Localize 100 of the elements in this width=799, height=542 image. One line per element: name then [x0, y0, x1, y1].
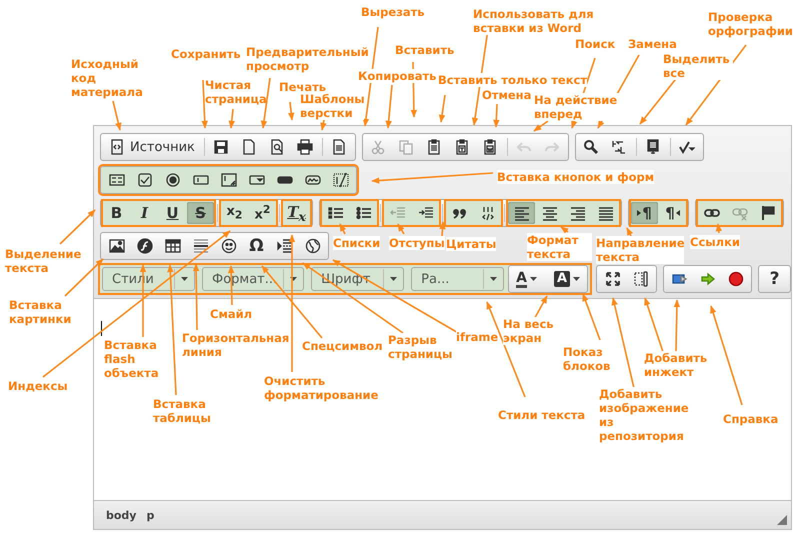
clipboard-icon: [426, 139, 442, 155]
maximize-icon: [604, 271, 621, 287]
callout-label: Печать: [279, 80, 326, 94]
callout-label: Вставить: [395, 43, 454, 57]
callout-label: Вставка flash объекта: [104, 338, 159, 380]
clipboard-text-icon: [454, 139, 470, 155]
toolbar-button[interactable]: ¶: [631, 202, 658, 224]
callout-label: Направление текста: [596, 236, 684, 264]
toolbar-button[interactable]: B: [103, 202, 130, 224]
horizontal-lines-icon: [192, 238, 208, 254]
callout-label: Вставить только текст: [438, 73, 588, 87]
callout-label: Показ блоков: [563, 345, 613, 373]
callout-label: Списки: [333, 236, 380, 250]
callout-label: Сохранить: [171, 47, 241, 61]
color-button[interactable]: A: [548, 268, 586, 290]
code-page-icon: [109, 139, 125, 155]
scissors-icon: [370, 139, 386, 155]
callout-label: Отмена: [482, 88, 532, 102]
toolbar-button[interactable]: ¶: [659, 202, 686, 224]
callout-label: Горизонтальная линия: [182, 331, 287, 359]
leader-arrow: [339, 223, 346, 234]
toolbar-button[interactable]: x$^{2}$: [249, 202, 276, 224]
leader-arrow: [644, 297, 664, 352]
caret-icon: [181, 277, 188, 281]
toolbar-button[interactable]: [508, 202, 535, 224]
arrow-right-icon: [700, 271, 716, 287]
bullet-list-icon: [356, 205, 372, 221]
flag-icon: [760, 205, 776, 221]
toolbar-button[interactable]: I: [131, 202, 158, 224]
code-tag-icon: [480, 205, 496, 221]
caret-icon: [490, 277, 498, 281]
leader-arrow: [438, 94, 446, 123]
blank-page-icon: [241, 139, 258, 155]
callout-label: Индексы: [8, 379, 68, 393]
toolbar-button[interactable]: S: [187, 202, 214, 224]
color-button[interactable]: A: [511, 268, 542, 290]
leader-arrow: [626, 227, 634, 236]
caret-icon: [530, 277, 537, 281]
callout-label: iframe: [456, 330, 498, 344]
callout-label: Стили текста: [498, 408, 586, 422]
replace-icon: [611, 139, 628, 155]
callout-label: Добавить инжект: [644, 351, 709, 379]
callout-label: Вставка кнопок и форм: [497, 170, 654, 184]
leader-arrow: [385, 84, 393, 129]
callout-label: Предварительный просмотр: [246, 45, 371, 73]
format-dropdown[interactable]: Ра...: [411, 267, 504, 291]
align-left-icon: [514, 205, 530, 221]
resize-grip-icon[interactable]: [777, 515, 787, 525]
show-blocks-icon: [632, 271, 649, 287]
callout-label: Вырезать: [361, 5, 425, 19]
callout-label: Поиск: [575, 37, 616, 51]
element-path-link[interactable]: p: [146, 508, 154, 522]
numbered-list-icon: [328, 205, 344, 221]
search-icon: [583, 139, 600, 155]
toolbar-button[interactable]: ?: [761, 268, 788, 290]
callout-label: Добавить изображение из репозитория: [599, 387, 691, 443]
callout-label: Замена: [628, 37, 677, 51]
leader-arrow: [397, 223, 405, 234]
textarea-icon: [220, 172, 236, 188]
text-page-icon: [331, 139, 348, 155]
toolbar-button[interactable]: Источник: [103, 136, 201, 158]
toolbar-button[interactable]: U: [159, 202, 186, 224]
page-break-icon: [276, 238, 292, 254]
smiley-icon: [220, 238, 236, 254]
align-center-icon: [542, 205, 558, 221]
callout-label: Отступы: [389, 236, 445, 250]
callout-label: Смайл: [210, 307, 252, 321]
leader-arrow: [560, 226, 569, 234]
table-icon: [164, 238, 180, 254]
direction-arrow-icon: [637, 210, 642, 216]
leader-arrow: [716, 223, 722, 234]
printer-icon: [297, 139, 314, 155]
callout-label: Ссылки: [690, 235, 740, 249]
toolbar-button[interactable]: Ω: [243, 235, 270, 257]
leader-arrow: [228, 108, 235, 129]
callout-label: На действие вперед: [534, 93, 622, 121]
hidden-field-icon: [332, 172, 348, 188]
image-icon: [108, 238, 124, 254]
callout-label: Чистая страница: [205, 78, 265, 106]
callout-label: Выделить все: [663, 52, 733, 80]
select-all-icon: [645, 139, 662, 155]
checkmark-icon: [679, 139, 696, 155]
checkbox-icon: [136, 172, 152, 188]
text-cursor: [101, 321, 102, 336]
justify-icon: [598, 205, 614, 221]
align-right-icon: [570, 205, 586, 221]
leader-arrow: [439, 221, 446, 236]
leader-arrow: [288, 102, 294, 121]
stop-circle-icon: [728, 271, 744, 287]
caret-icon: [390, 277, 398, 281]
page-magnifier-icon: [269, 139, 286, 155]
toolbar-button[interactable]: x$_{2}$: [221, 202, 248, 224]
leader-arrow: [582, 293, 601, 340]
flash-icon: [136, 238, 152, 254]
caret-icon: [573, 277, 580, 281]
copy-icon: [398, 139, 414, 155]
callout-label: Формат текста: [527, 233, 592, 261]
element-path-link[interactable]: body: [106, 508, 136, 522]
toolbar-button[interactable]: T$_{x}$: [283, 202, 310, 224]
callout-label: Шаблоны верстки: [300, 92, 364, 120]
